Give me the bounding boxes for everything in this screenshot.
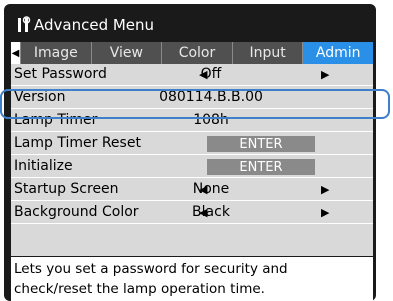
row-value: Black <box>192 204 230 220</box>
row-set-password[interactable]: Set Password ◀ Off ▶ <box>11 64 373 86</box>
arrow-right-icon[interactable]: ▶ <box>321 68 329 81</box>
tab-left-arrow-icon[interactable]: ◀ <box>11 42 20 64</box>
row-label: Initialize <box>14 158 73 174</box>
menu-title: Advanced Menu <box>34 16 155 34</box>
row-label: Set Password <box>14 66 107 82</box>
row-label: Lamp Timer Reset <box>14 135 141 151</box>
row-value: None <box>192 181 230 197</box>
tab-admin[interactable]: Admin <box>302 42 373 64</box>
row-lamp-timer-reset: Lamp Timer Reset ENTER <box>11 133 373 155</box>
arrow-right-icon[interactable]: ▶ <box>321 183 329 196</box>
row-label: Startup Screen <box>14 181 119 197</box>
tab-view[interactable]: View <box>90 42 162 64</box>
tab-bar: ◀ Image View Color Input Admin <box>11 42 373 64</box>
version-highlight-callout <box>0 89 390 119</box>
enter-button[interactable]: ENTER <box>207 136 315 152</box>
help-text: Lets you set a password for security and… <box>14 261 288 297</box>
row-value: Off <box>200 66 222 82</box>
tab-image[interactable]: Image <box>20 42 91 64</box>
tab-input[interactable]: Input <box>231 42 303 64</box>
tools-icon <box>18 16 31 32</box>
enter-button[interactable]: ENTER <box>207 159 315 175</box>
arrow-right-icon[interactable]: ▶ <box>321 206 329 219</box>
help-panel: Lets you set a password for security and… <box>11 257 373 301</box>
row-background-color[interactable]: Background Color ◀ Black ▶ <box>11 202 373 224</box>
title-bar: Advanced Menu <box>17 14 154 36</box>
row-startup-screen[interactable]: Startup Screen ◀ None ▶ <box>11 179 373 201</box>
row-initialize: Initialize ENTER <box>11 156 373 178</box>
row-label: Background Color <box>14 204 139 220</box>
tab-color[interactable]: Color <box>161 42 232 64</box>
